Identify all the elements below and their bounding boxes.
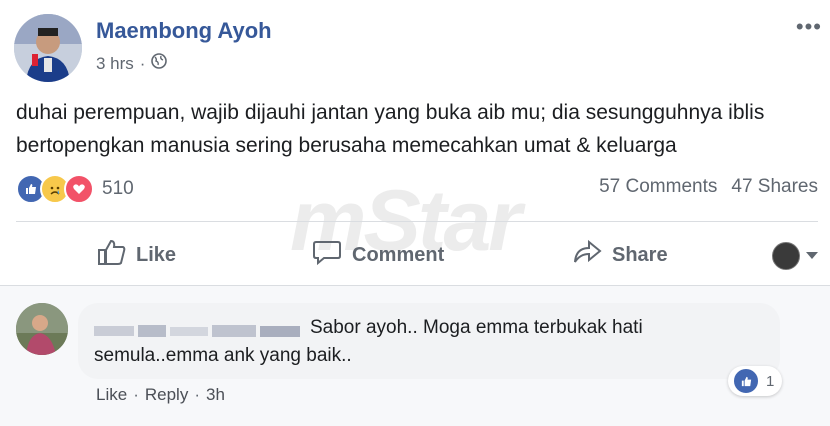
viewer-selector[interactable] [772, 242, 818, 270]
comment-actions: Like · Reply · 3h [96, 385, 225, 405]
comment-button[interactable]: Comment [312, 238, 444, 272]
comments-count[interactable]: 57 Comments [599, 176, 717, 198]
comment-reactions[interactable]: 1 [728, 366, 783, 396]
post-time[interactable]: 3 hrs [96, 54, 134, 74]
comment-time[interactable]: 3h [206, 385, 225, 405]
author-name[interactable]: Maembong Ayoh [96, 18, 272, 44]
comment-reaction-count: 1 [766, 372, 775, 390]
comment-bubble: Sabor ayoh.. Moga emma terbukak hati sem… [78, 303, 780, 379]
comment-reply-link[interactable]: Reply [145, 385, 188, 405]
shares-count[interactable]: 47 Shares [731, 176, 818, 198]
author-avatar[interactable] [14, 14, 82, 82]
reaction-count: 510 [102, 178, 134, 199]
post-stats: 57 Comments 47 Shares [599, 176, 818, 198]
post-text: duhai perempuan, wajib dijauhi jantan ya… [16, 101, 765, 157]
love-icon [64, 174, 94, 204]
separator-dot: · [139, 53, 146, 73]
share-icon [572, 238, 602, 272]
commenter-avatar[interactable] [16, 303, 68, 355]
comment-icon [312, 238, 342, 272]
like-icon [732, 367, 760, 395]
thumbs-up-icon [96, 238, 126, 272]
share-button[interactable]: Share [572, 238, 668, 272]
comment-like-link[interactable]: Like [96, 385, 127, 405]
reactions-summary[interactable]: 510 [16, 174, 134, 204]
divider [16, 221, 818, 222]
viewer-avatar [772, 242, 800, 270]
comment-label: Comment [352, 243, 445, 266]
separator-dot: · [133, 385, 139, 404]
commenter-name-redacted[interactable] [94, 320, 304, 337]
like-label: Like [136, 243, 177, 266]
post-meta: 3 hrs · [96, 53, 168, 74]
like-button[interactable]: Like [96, 238, 176, 272]
action-bar: Like Comment Share [16, 234, 818, 276]
separator-dot: · [194, 385, 200, 404]
ellipsis-icon[interactable]: ••• [796, 14, 822, 40]
share-label: Share [612, 243, 668, 266]
chevron-down-icon [806, 247, 818, 265]
globe-icon[interactable] [151, 53, 168, 74]
facebook-post: Maembong Ayoh 3 hrs · ••• duhai perempua… [0, 0, 830, 426]
